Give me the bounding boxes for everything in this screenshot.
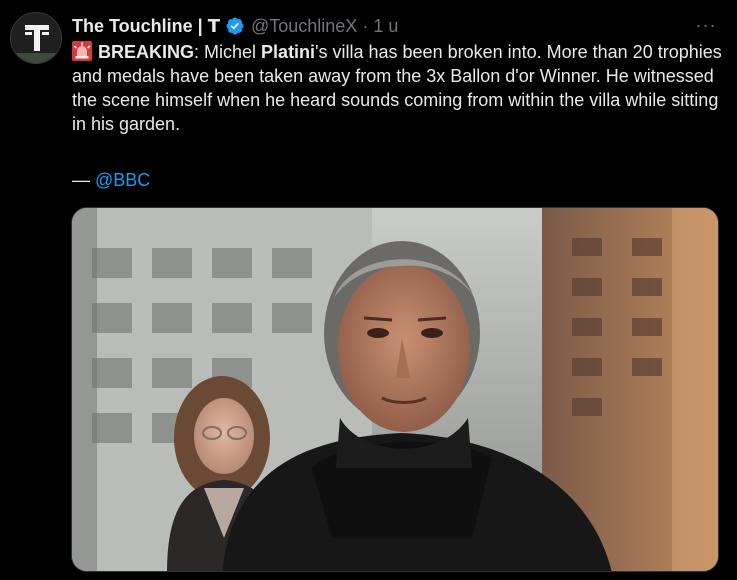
verified-badge-icon <box>225 16 245 36</box>
credit-dash: — <box>72 170 96 190</box>
credit-line: — @BBC <box>72 168 150 192</box>
tweet-header: The Touchline | 𝗧 @TouchlineX · 1 u <box>72 12 398 40</box>
timestamp[interactable]: 1 u <box>373 16 398 37</box>
tweet-card[interactable]: The Touchline | 𝗧 @TouchlineX · 1 u ··· … <box>0 0 737 580</box>
photo-of-michel-platini <box>72 208 718 571</box>
bbc-mention-link[interactable]: @BBC <box>95 170 150 190</box>
tweet-text-part1: : Michel <box>194 42 262 62</box>
separator-dot: · <box>362 15 369 36</box>
breaking-label: BREAKING <box>98 42 195 62</box>
tweet-media-photo[interactable] <box>71 207 719 572</box>
touchline-t-logo-icon <box>11 13 61 63</box>
author-handle[interactable]: @TouchlineX <box>251 16 357 37</box>
tweet-name-bold: Platini <box>261 42 316 62</box>
display-name[interactable]: The Touchline | 𝗧 <box>72 16 220 37</box>
rotating-light-emoji-icon <box>72 41 92 61</box>
avatar[interactable] <box>10 12 62 64</box>
more-options-icon[interactable]: ··· <box>693 12 719 38</box>
tweet-text: BREAKING: Michel Platini's villa has bee… <box>72 40 722 136</box>
